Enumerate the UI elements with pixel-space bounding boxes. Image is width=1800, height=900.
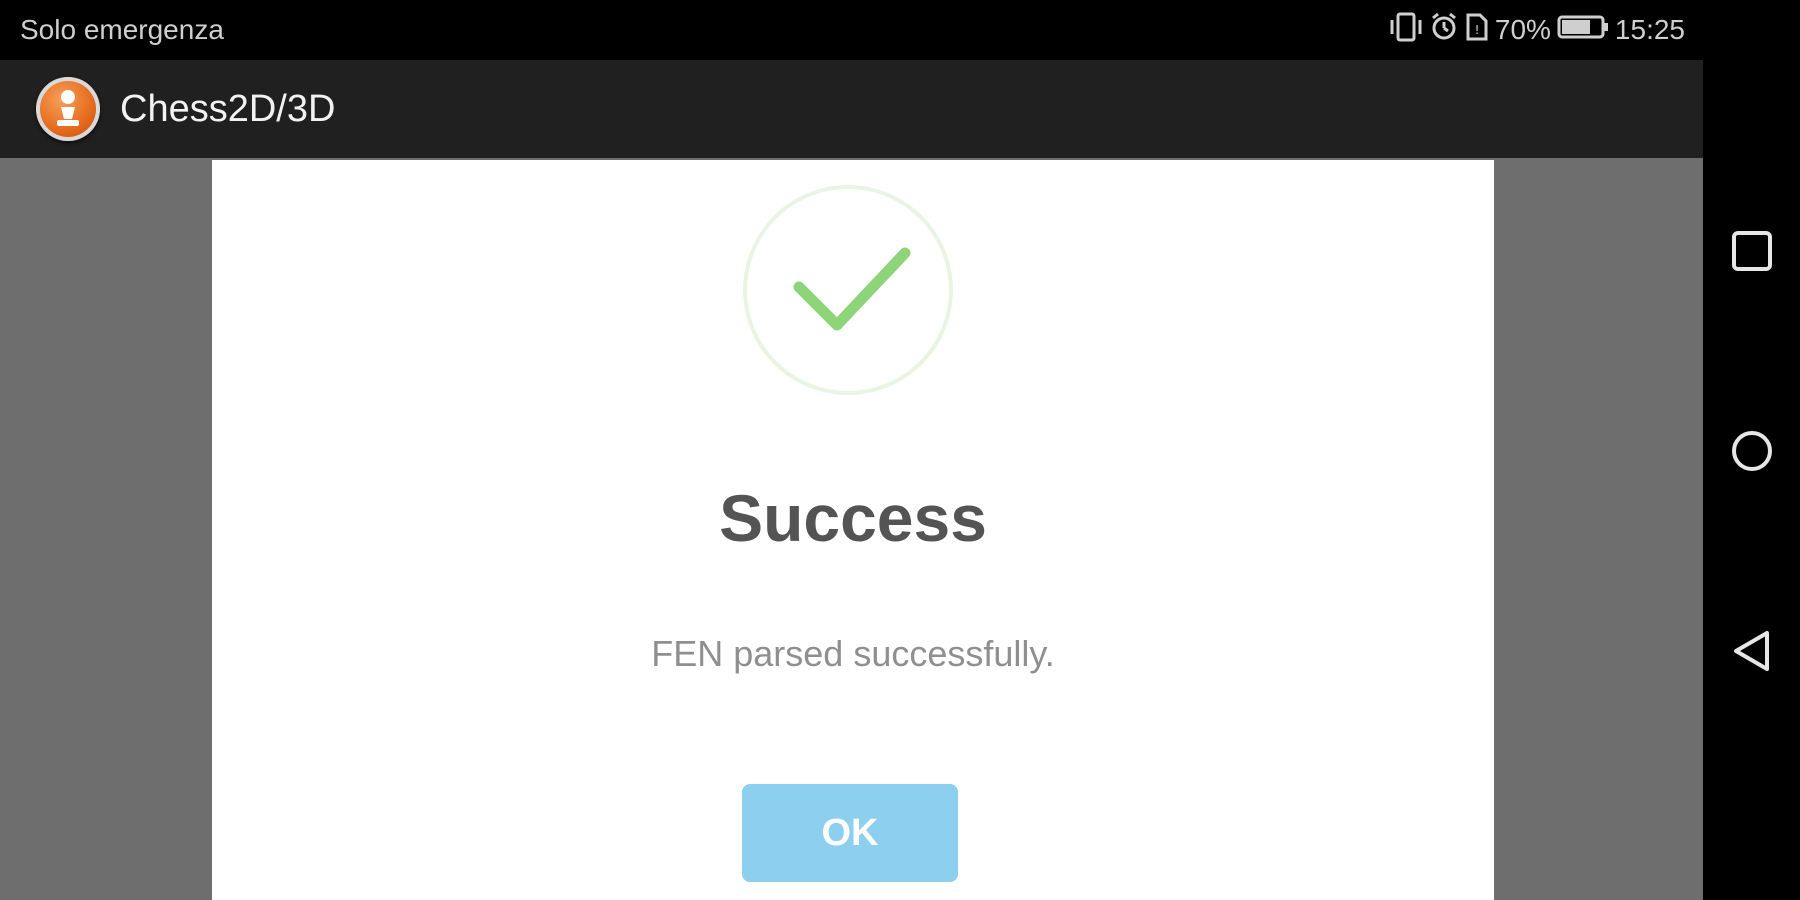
svg-text:!: ! bbox=[1474, 23, 1479, 37]
battery-percent-text: 70% bbox=[1494, 14, 1551, 45]
success-ring bbox=[743, 185, 953, 395]
status-icons: ! 70% 15:25 bbox=[1389, 12, 1685, 48]
sim-icon: ! bbox=[1465, 12, 1489, 49]
chess-pawn-icon bbox=[36, 77, 100, 141]
ok-button[interactable]: OK bbox=[742, 784, 958, 882]
checkmark-icon bbox=[793, 247, 911, 331]
home-icon[interactable] bbox=[1731, 430, 1773, 472]
success-dialog: Success FEN parsed successfully. OK bbox=[212, 160, 1494, 900]
status-carrier-text: Solo emergenza bbox=[20, 14, 224, 45]
screen: Solo emergenza ! 70% 15:25 Chess2D/3D Su… bbox=[0, 0, 1703, 900]
dialog-title: Success bbox=[719, 481, 987, 555]
status-bar: Solo emergenza ! 70% 15:25 bbox=[0, 0, 1703, 60]
vibrate-icon bbox=[1389, 12, 1423, 49]
clock-text: 15:25 bbox=[1614, 14, 1685, 45]
navigation-bar bbox=[1703, 0, 1800, 900]
back-icon[interactable] bbox=[1731, 630, 1773, 672]
app-title: Chess2D/3D bbox=[120, 88, 336, 130]
dialog-message: FEN parsed successfully. bbox=[651, 633, 1055, 674]
recent-apps-icon[interactable] bbox=[1731, 230, 1773, 272]
alarm-icon bbox=[1429, 12, 1459, 49]
battery-icon bbox=[1557, 13, 1609, 48]
app-bar: Chess2D/3D bbox=[0, 60, 1703, 158]
